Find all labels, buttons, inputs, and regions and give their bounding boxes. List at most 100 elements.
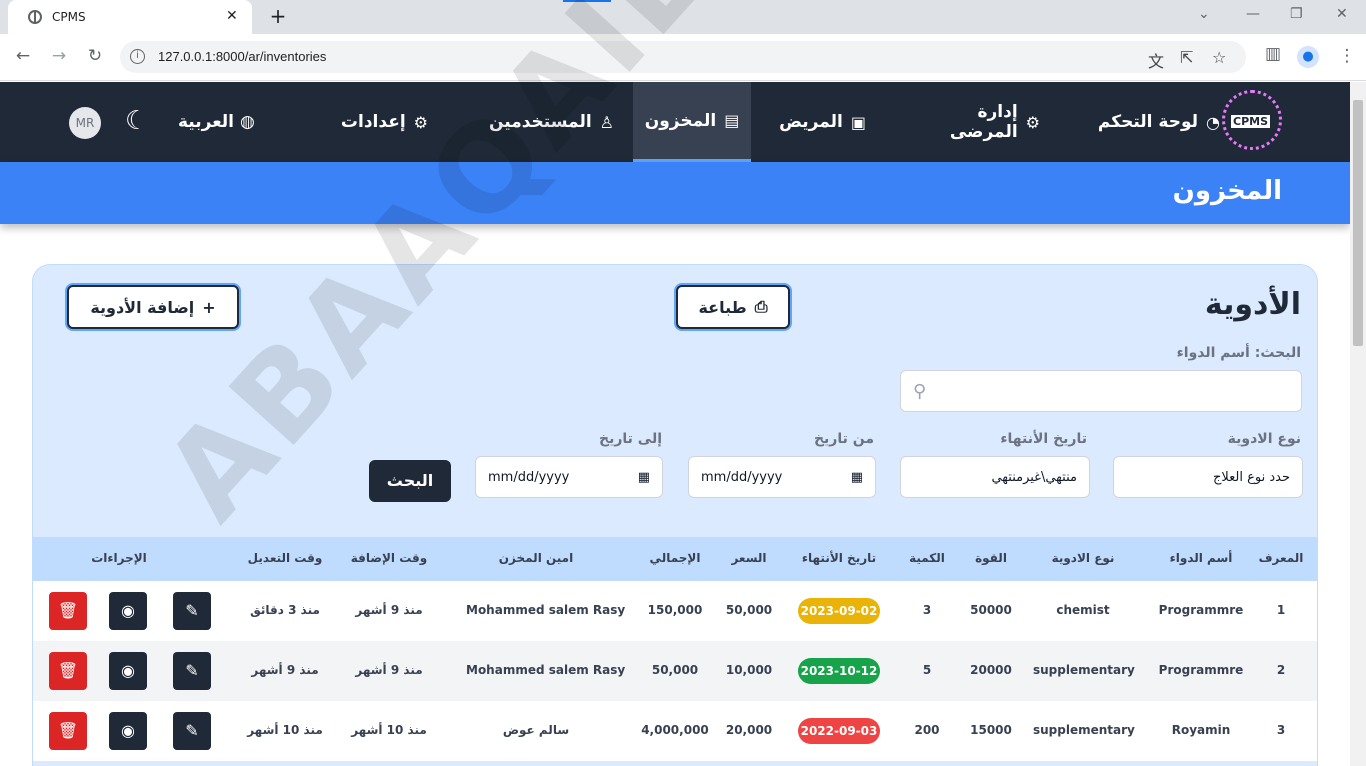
cell-keeper: Mohammed salem Rasy [466,603,626,617]
restore-icon[interactable]: ❐ [1290,6,1303,22]
cell-modified: منذ 10 أشهر [247,723,323,737]
add-medicine-button[interactable]: + إضافة الأدوية [67,285,239,329]
from-date-input[interactable]: mm/dd/yyyy ▦ [688,456,876,498]
edit-button[interactable]: ✎ [173,592,211,630]
dark-mode-moon-icon[interactable]: ☾ [125,106,148,136]
th-strength: القوة [975,551,1007,565]
expiry-status-select[interactable]: منتهي\غيرمنتهي [900,456,1090,498]
delete-button[interactable]: 🗑 [49,712,87,750]
scrollbar-thumb[interactable] [1353,100,1363,346]
edit-button[interactable]: ✎ [173,712,211,750]
nav-patient[interactable]: ▣ المريض [772,82,866,162]
nav-patients-management[interactable]: ⚙ إدارة المرضى [910,82,1040,162]
profile-icon[interactable]: ● [1297,46,1319,68]
logo-text: CPMS [1231,115,1271,128]
cell-strength: 15000 [970,723,1012,737]
delete-button[interactable]: 🗑 [49,652,87,690]
cell-qty: 3 [922,603,932,617]
to-date-placeholder: mm/dd/yyyy [488,469,570,485]
address-bar[interactable]: i 127.0.0.1:8000/ar/inventories 文 ⇱ ☆ [120,41,1246,73]
bookmark-star-icon[interactable]: ☆ [1212,48,1226,67]
nav-dashboard-label: لوحة التحكم [1097,112,1199,132]
page-header: المخزون [0,162,1350,224]
nav-dashboard[interactable]: ◔ لوحة التحكم [1094,82,1220,162]
calendar-icon[interactable]: ▦ [851,470,863,485]
cell-name: Programmre [1158,663,1244,677]
search-button[interactable]: البحث [369,460,451,502]
close-window-icon[interactable]: ✕ [1336,6,1348,22]
cell-modified: منذ 9 أشهر [251,663,319,677]
cell-name: Programmre [1158,603,1244,617]
nav-inventory[interactable]: ▤ المخزون [633,82,751,162]
th-modified: وقت التعديل [247,551,323,565]
table-header: المعرف أسم الدواء نوع الادوية القوة الكم… [33,537,1317,581]
language-switch[interactable]: ◍ العربية [178,112,255,132]
gear-icon: ⚙ [1025,112,1040,132]
cell-total: 50,000 [651,663,699,677]
forward-arrow-icon[interactable]: → [48,46,70,66]
side-panel-icon[interactable]: ▥ [1262,44,1284,64]
loading-indicator [563,0,611,2]
close-tab-icon[interactable]: ✕ [226,8,238,24]
translate-icon[interactable]: 文 [1148,48,1164,72]
view-button[interactable]: ◉ [109,592,147,630]
cell-modified: منذ 3 دقائق [250,603,320,617]
browser-toolbar: ← → ↻ i 127.0.0.1:8000/ar/inventories 文 … [0,34,1366,81]
nav-users-label: المستخدمين [488,112,592,132]
globe-icon: ◍ [239,112,255,132]
cpms-logo[interactable]: CPMS [1222,90,1282,150]
th-name: أسم الدواء [1169,551,1233,565]
menu-kebab-icon[interactable]: ⋮ [1336,46,1358,66]
tab-title: CPMS [52,10,86,24]
th-price: السعر [731,551,767,565]
cell-price: 10,000 [725,663,773,677]
search-input[interactable]: ⚲ [900,370,1302,412]
site-info-icon[interactable]: i [130,49,145,64]
medicine-type-select[interactable]: حدد نوع العلاج [1113,456,1303,498]
back-arrow-icon[interactable]: ← [12,46,34,66]
page-scrollbar[interactable] [1350,82,1366,766]
url-text: 127.0.0.1:8000/ar/inventories [158,49,327,64]
delete-button[interactable]: 🗑 [49,592,87,630]
th-added: وقت الإضافة [350,551,428,565]
trash-icon: 🗑 [57,601,79,620]
eye-icon: ◉ [121,721,135,740]
nav-settings-label: إعدادات [340,112,406,132]
view-button[interactable]: ◉ [109,712,147,750]
avatar[interactable]: MR [69,107,101,139]
cell-keeper: سالم عوض [502,723,570,737]
filter-type-label: نوع الادوية [1227,431,1301,447]
nav-inventory-label: المخزون [644,110,717,131]
print-button[interactable]: ⎙ طباعة [676,285,790,329]
from-date-label: من تاريخ [813,431,874,447]
view-button[interactable]: ◉ [109,652,147,690]
hospital-user-icon: ▣ [850,112,866,132]
browser-tab[interactable]: CPMS ✕ [8,0,252,34]
expiry-badge: 2022-09-03 [798,718,880,744]
cell-added: منذ 10 أشهر [351,723,427,737]
trash-icon: 🗑 [57,661,79,680]
new-tab-button[interactable]: + [266,5,290,29]
nav-users[interactable]: ♙ المستخدمين [486,82,614,162]
calendar-icon[interactable]: ▦ [638,470,650,485]
nav-settings[interactable]: ⚙ إعدادات [340,82,428,162]
to-date-input[interactable]: mm/dd/yyyy ▦ [475,456,663,498]
pencil-icon: ✎ [185,601,199,620]
cell-qty: 200 [914,723,940,737]
gauge-icon: ◔ [1206,112,1220,132]
tab-search-icon[interactable]: ⌄ [1198,6,1210,22]
reload-icon[interactable]: ↻ [84,46,106,66]
page-title: المخزون [1172,176,1282,206]
share-icon[interactable]: ⇱ [1180,48,1193,67]
th-qty: الكمية [909,551,945,565]
cell-id: 1 [1276,603,1286,617]
edit-button[interactable]: ✎ [173,652,211,690]
to-date-label: إلى تاريخ [598,431,662,447]
cell-total: 150,000 [647,603,703,617]
plus-icon: + [202,297,216,317]
th-id: المعرف [1258,551,1304,565]
cell-keeper: Mohammed salem Rasy [466,663,626,677]
minimize-icon[interactable]: — [1246,6,1260,22]
nav-patients-management-label: إدارة المرضى [949,102,1018,142]
browser-tabbar: CPMS ✕ + ⌄ — ❐ ✕ [0,0,1366,34]
